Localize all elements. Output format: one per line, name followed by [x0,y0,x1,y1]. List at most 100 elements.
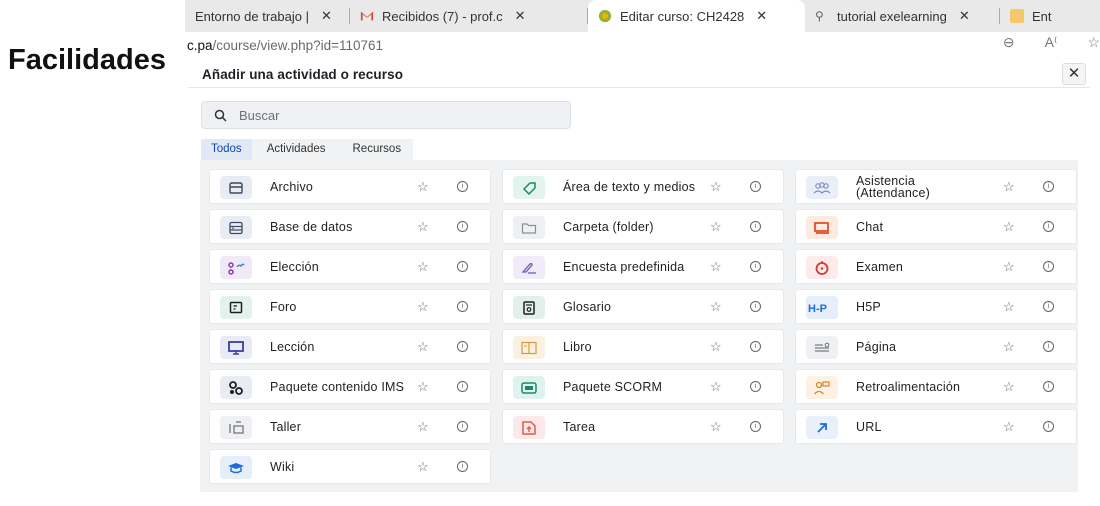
tab-recursos[interactable]: Recursos [340,139,414,160]
star-favorite-icon[interactable]: ☆ [1003,259,1015,275]
tab-todos[interactable]: Todos [201,139,252,160]
info-icon[interactable]: i [1043,301,1054,312]
activity-item-label: URL [856,419,882,434]
star-favorite-icon[interactable]: ☆ [417,179,429,195]
info-icon[interactable]: i [1043,221,1054,232]
star-favorite-icon[interactable]: ☆ [710,419,722,435]
forum-icon [220,296,252,319]
browser-tab-title: Editar curso: CH2428 [620,8,745,24]
star-favorite-icon[interactable]: ☆ [417,459,429,475]
info-icon[interactable]: i [1043,421,1054,432]
browser-tab-tutorial[interactable]: ⚲ tutorial exelearning ✕ [805,0,1000,32]
activity-item[interactable]: Libro ☆ i [502,329,784,364]
star-favorite-icon[interactable]: ☆ [1003,419,1015,435]
info-icon[interactable]: i [750,341,761,352]
info-icon[interactable]: i [457,301,468,312]
info-icon[interactable]: i [457,461,468,472]
file-icon [220,176,252,199]
star-favorite-icon[interactable]: ☆ [417,259,429,275]
info-icon[interactable]: i [750,221,761,232]
star-favorite-icon[interactable]: ☆ [1003,339,1015,355]
star-favorite-icon[interactable]: ☆ [417,419,429,435]
activity-item-label: Base de datos [270,219,353,234]
star-favorite-icon[interactable]: ☆ [710,219,722,235]
activity-item[interactable]: Base de datos ☆ i [209,209,491,244]
info-icon[interactable]: i [457,181,468,192]
star-favorite-icon[interactable]: ☆ [1003,219,1015,235]
activity-item[interactable]: Área de texto y medios ☆ i [502,169,784,204]
star-favorite-icon[interactable]: ☆ [710,259,722,275]
activity-item[interactable]: Taller ☆ i [209,409,491,444]
activity-item[interactable]: Carpeta (folder) ☆ i [502,209,784,244]
info-icon[interactable]: i [457,421,468,432]
moodle-icon [598,9,612,23]
activity-item[interactable]: Glosario ☆ i [502,289,784,324]
info-icon[interactable]: i [457,261,468,272]
activity-item-label: Elección [270,259,319,274]
h5p-icon: H-P [806,296,838,319]
activity-item[interactable]: Wiki ☆ i [209,449,491,484]
star-favorite-icon[interactable]: ☆ [1003,299,1015,315]
wiki-icon [220,456,252,479]
activity-item[interactable]: Página ☆ i [795,329,1077,364]
info-icon[interactable]: i [750,381,761,392]
activity-item[interactable]: Elección ☆ i [209,249,491,284]
activity-item[interactable]: Paquete contenido IMS ☆ i [209,369,491,404]
browser-tab-entorno[interactable]: Entorno de trabajo | ✕ [185,0,350,32]
activity-item[interactable]: H-P H5P ☆ i [795,289,1077,324]
activity-item[interactable]: Chat ☆ i [795,209,1077,244]
info-icon[interactable]: i [1043,381,1054,392]
star-favorite-icon[interactable]: ☆ [710,299,722,315]
tab-actividades[interactable]: Actividades [251,139,341,160]
activity-item[interactable]: Archivo ☆ i [209,169,491,204]
activity-item[interactable]: Paquete SCORM ☆ i [502,369,784,404]
star-favorite-icon[interactable]: ☆ [1003,379,1015,395]
star-favorite-icon[interactable]: ☆ [417,219,429,235]
favorite-star-icon[interactable]: ☆ [1087,34,1100,51]
close-tab-icon[interactable]: ✕ [515,8,526,24]
read-aloud-icon[interactable]: A⁽ [1045,34,1058,51]
browser-tab-title: Recibidos (7) - prof.c [382,8,503,24]
info-icon[interactable]: i [1043,261,1054,272]
workshop-icon [220,416,252,439]
close-tab-icon[interactable]: ✕ [756,8,767,24]
info-icon[interactable]: i [457,221,468,232]
info-icon[interactable]: i [750,261,761,272]
activity-item[interactable]: Asistencia (Attendance) ☆ i [795,169,1077,204]
info-icon[interactable]: i [1043,181,1054,192]
close-tab-icon[interactable]: ✕ [959,8,970,24]
search-input[interactable] [239,107,539,123]
activity-item[interactable]: Foro ☆ i [209,289,491,324]
browser-tab-title: Ent [1032,8,1052,24]
star-favorite-icon[interactable]: ☆ [710,379,722,395]
star-favorite-icon[interactable]: ☆ [417,379,429,395]
close-tab-icon[interactable]: ✕ [321,8,332,24]
info-icon[interactable]: i [1043,341,1054,352]
activity-item[interactable]: Encuesta predefinida ☆ i [502,249,784,284]
info-icon[interactable]: i [457,381,468,392]
activity-item[interactable]: URL ☆ i [795,409,1077,444]
close-button[interactable]: ✕ [1062,63,1086,85]
address-bar[interactable]: c.pa/course/view.php?id=110761 ⊖ A⁽ ☆ [185,32,1100,58]
browser-tab-gmail[interactable]: Recibidos (7) - prof.c ✕ [350,0,588,32]
star-favorite-icon[interactable]: ☆ [417,339,429,355]
ims-package-icon [220,376,252,399]
zoom-out-icon[interactable]: ⊖ [1003,34,1015,51]
star-favorite-icon[interactable]: ☆ [710,339,722,355]
info-icon[interactable]: i [457,341,468,352]
activity-item[interactable]: Lección ☆ i [209,329,491,364]
info-icon[interactable]: i [750,421,761,432]
search-box[interactable] [201,101,571,129]
browser-tab-editar-curso[interactable]: Editar curso: CH2428 ✕ [588,0,805,32]
activity-item[interactable]: Examen ☆ i [795,249,1077,284]
star-favorite-icon[interactable]: ☆ [417,299,429,315]
activity-item[interactable]: Tarea ☆ i [502,409,784,444]
info-icon[interactable]: i [750,301,761,312]
info-icon[interactable]: i [750,181,761,192]
modal-title: Añadir una actividad o recurso [202,67,404,82]
browser-tab-ent[interactable]: Ent [1000,0,1100,32]
activity-item-label: Paquete SCORM [563,379,663,394]
activity-item[interactable]: Retroalimentación ☆ i [795,369,1077,404]
star-favorite-icon[interactable]: ☆ [710,179,722,195]
star-favorite-icon[interactable]: ☆ [1003,179,1015,195]
